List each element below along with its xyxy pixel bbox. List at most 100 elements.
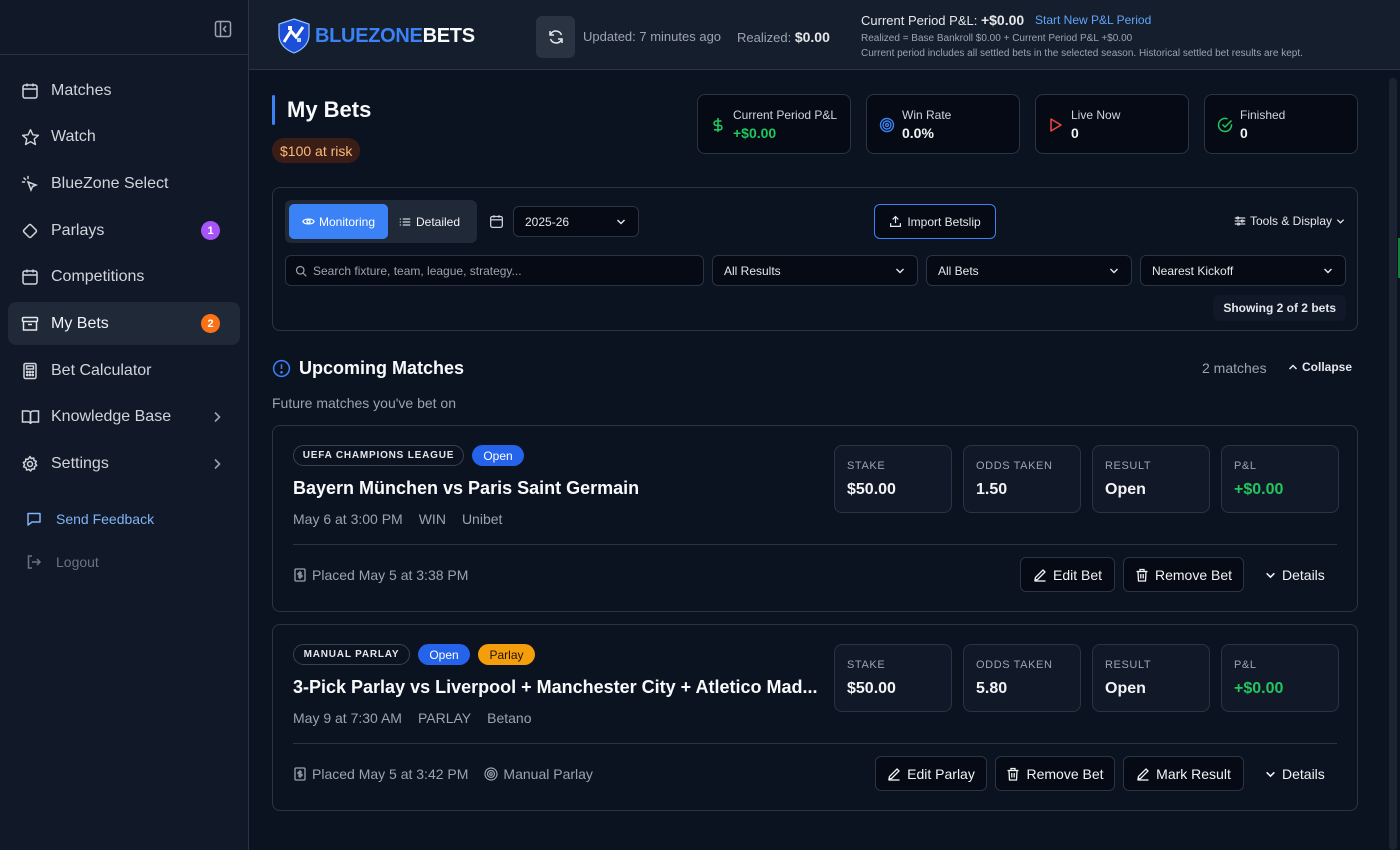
sidebar-item-label: My Bets [51, 314, 109, 332]
status-badge: Open [418, 644, 470, 665]
sidebar-item-knowledge-base[interactable]: Knowledge Base [8, 396, 240, 439]
sidebar-collapse-icon[interactable] [214, 20, 232, 38]
bet-market: WIN [418, 511, 446, 527]
search-field[interactable]: Search fixture, team, league, strategy..… [285, 255, 704, 286]
chevron-down-icon [1324, 268, 1332, 274]
stat-label: Live Now [1071, 108, 1121, 122]
main-scrollbar-thumb[interactable] [1389, 78, 1397, 850]
target-icon [879, 117, 895, 133]
sidebar-item-settings[interactable]: Settings [8, 443, 240, 486]
receipt-icon [294, 767, 306, 781]
results-filter-value: All Results [724, 263, 781, 278]
sidebar-item-bet-calculator[interactable]: Bet Calculator [8, 349, 240, 392]
last-updated-text: Updated: 7 minutes ago [583, 29, 722, 44]
edit-bet-button[interactable]: Edit Bet [1020, 557, 1115, 592]
bet-card: MANUAL PARLAY Open Parlay 3-Pick Parlay … [272, 624, 1358, 811]
odds-metric: ODDS TAKEN 5.80 [963, 644, 1081, 712]
chevron-down-icon [1336, 218, 1345, 224]
details-toggle[interactable]: Details [1265, 766, 1325, 782]
sidebar-item-label: Knowledge Base [51, 408, 172, 426]
sidebar-item-competitions[interactable]: Competitions [8, 256, 240, 299]
mark-result-button[interactable]: Mark Result [1123, 756, 1244, 791]
sidebar-item-parlays[interactable]: Parlays 1 [8, 209, 240, 252]
import-betslip-button[interactable]: Import Betslip [874, 204, 996, 239]
risk-badge: $100 at risk [272, 138, 361, 163]
details-toggle[interactable]: Details [1265, 567, 1325, 583]
metric-label: RESULT [1105, 460, 1152, 472]
edit-parlay-button[interactable]: Edit Parlay [875, 756, 987, 791]
sidebar-item-my-bets[interactable]: My Bets 2 [8, 302, 240, 346]
collapse-section-button[interactable]: Collapse [1288, 360, 1352, 374]
send-feedback-link[interactable]: Send Feedback [26, 510, 154, 528]
placed-info: Placed May 5 at 3:38 PM [293, 567, 468, 583]
stat-card-period-pnl: Current Period P&L +$0.00 [697, 94, 851, 154]
metric-label: RESULT [1105, 659, 1152, 671]
details-label: Details [1282, 766, 1325, 782]
section-match-count: 2 matches [1202, 360, 1267, 376]
sidebar-nav: Matches Watch BlueZone Select Parlays 1 … [0, 55, 248, 486]
bet-meta: May 9 at 7:30 AM PARLAY Betano [293, 710, 548, 726]
logout-icon [26, 553, 44, 571]
bet-card: UEFA CHAMPIONS LEAGUE Open Bayern Münche… [272, 425, 1358, 612]
sort-select[interactable]: Nearest Kickoff [1140, 255, 1346, 286]
logout-label: Logout [56, 554, 99, 570]
edit-parlay-label: Edit Parlay [907, 765, 975, 782]
calendar-icon [20, 267, 40, 287]
bookmaker: Betano [487, 710, 532, 726]
realized-summary: Realized: $0.00 [737, 29, 830, 45]
sidebar-item-bluezone-select[interactable]: BlueZone Select [8, 162, 240, 205]
tools-display-label: Tools & Display [1249, 214, 1332, 228]
placed-info: Placed May 5 at 3:42 PM Manual Parlay [293, 766, 593, 782]
chevron-right-icon [214, 458, 221, 469]
start-new-period-link[interactable]: Start New P&L Period [1035, 13, 1151, 27]
league-tag: UEFA CHAMPIONS LEAGUE [293, 445, 464, 466]
stat-card-win-rate: Win Rate 0.0% [866, 94, 1020, 154]
bets-filter-select[interactable]: All Bets [926, 255, 1132, 286]
logo-text-blue: BLUEZONE [315, 24, 423, 47]
monitoring-label: Monitoring [318, 214, 376, 229]
metric-label: ODDS TAKEN [976, 659, 1053, 671]
result-value: Open [1105, 680, 1146, 697]
sidebar-item-matches[interactable]: Matches [8, 69, 240, 112]
card-divider [293, 743, 1337, 744]
sidebar-item-watch[interactable]: Watch [8, 116, 240, 159]
pencil-icon [1034, 568, 1046, 582]
sidebar-item-label: Watch [51, 128, 96, 146]
season-select[interactable]: 2025-26 [513, 206, 639, 237]
chevron-right-icon [214, 411, 221, 422]
pointer-click-icon [20, 174, 40, 194]
calculator-icon [20, 361, 40, 381]
period-pnl-label: Current Period P&L: [861, 13, 978, 28]
results-count-badge: Showing 2 of 2 bets [1213, 295, 1346, 321]
section-subtitle: Future matches you've bet on [272, 395, 456, 411]
logo-text-white: BETS [422, 24, 475, 47]
page-title: My Bets [287, 97, 372, 122]
bookmaker: Unibet [461, 511, 503, 527]
stat-value: 0 [1071, 125, 1079, 141]
bets-filter-value: All Bets [938, 263, 979, 278]
tools-display-menu[interactable]: Tools & Display [1234, 214, 1345, 228]
odds-metric: ODDS TAKEN 1.50 [963, 445, 1081, 513]
remove-bet-button[interactable]: Remove Bet [995, 756, 1115, 791]
results-filter-select[interactable]: All Results [712, 255, 918, 286]
receipt-icon [294, 568, 306, 582]
logout-link[interactable]: Logout [26, 553, 99, 571]
stake-metric: STAKE $50.00 [834, 445, 952, 513]
remove-bet-button[interactable]: Remove Bet [1123, 557, 1244, 592]
brand-logo[interactable]: BLUEZONEBETS [277, 18, 475, 54]
stat-card-finished: Finished 0 [1204, 94, 1358, 154]
list-icon [399, 217, 411, 226]
stat-value: +$0.00 [733, 125, 777, 141]
shield-logo-icon [278, 18, 310, 54]
import-betslip-label: Import Betslip [907, 214, 981, 229]
detailed-view-button[interactable]: Detailed [396, 204, 474, 239]
refresh-button[interactable] [536, 16, 575, 58]
stat-value: 0 [1240, 125, 1248, 141]
monitoring-view-button[interactable]: Monitoring [289, 204, 388, 239]
mark-result-label: Mark Result [1156, 765, 1231, 782]
target-icon [484, 767, 499, 781]
placed-text: Placed May 5 at 3:42 PM [312, 766, 469, 782]
eye-icon [302, 218, 315, 225]
diamond-icon [20, 221, 40, 241]
search-placeholder: Search fixture, team, league, strategy..… [313, 263, 522, 278]
